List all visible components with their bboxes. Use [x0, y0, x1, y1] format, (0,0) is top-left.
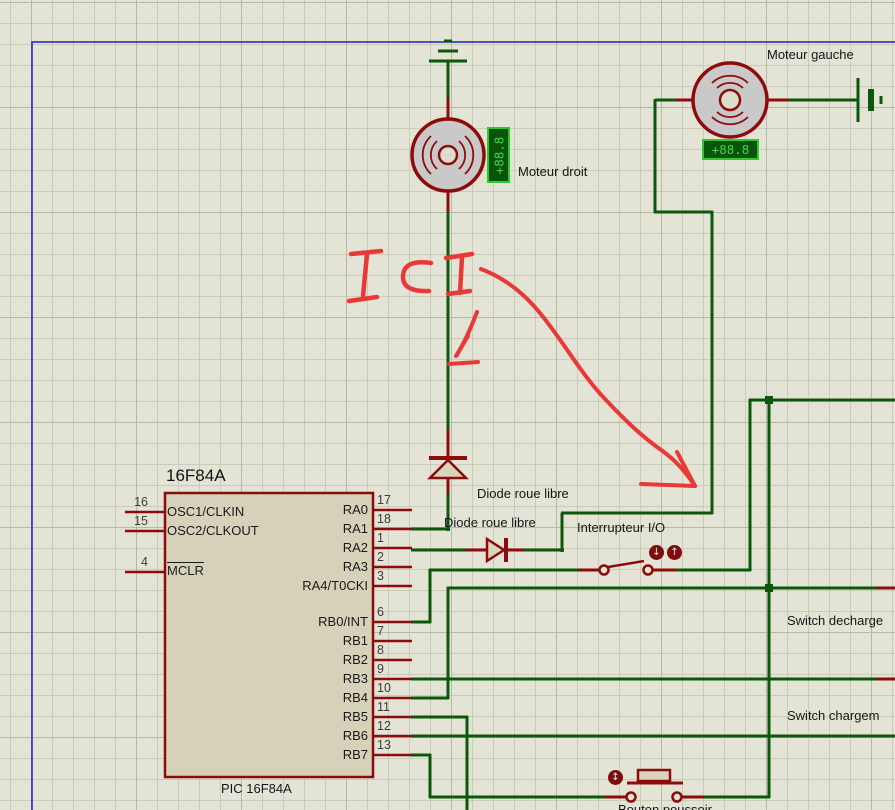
- schematic-graphics: [31, 39, 895, 810]
- pin-num-12: 12: [377, 719, 391, 733]
- pin-num-17: 17: [377, 493, 391, 507]
- pin-name-osc2: OSC2/CLKOUT: [167, 523, 259, 538]
- motor-right-display: +88.8: [487, 127, 510, 183]
- label-push-button: Bouton poussoir: [618, 802, 712, 810]
- motor-right[interactable]: [410, 97, 486, 212]
- diode-freewheel-vertical[interactable]: [426, 429, 470, 494]
- pin-name-rb3: RB3: [342, 671, 368, 686]
- pin-name-rb5: RB5: [342, 709, 368, 724]
- pin-name-ra0: RA0: [342, 502, 368, 517]
- pin-name-rb1: RB1: [342, 633, 368, 648]
- pin-num-9: 9: [377, 662, 384, 676]
- label-diode-1: Diode roue libre: [477, 486, 569, 501]
- pin-num-18: 18: [377, 512, 391, 526]
- chip-subtitle: PIC 16F84A: [221, 781, 292, 796]
- pin-num-11: 11: [377, 700, 390, 714]
- push-button-actuator[interactable]: ↕: [608, 770, 623, 785]
- arrow-up-icon: ↑: [670, 547, 679, 558]
- pin-num-2: 2: [377, 550, 384, 564]
- io-switch[interactable]: [578, 559, 676, 576]
- schematic-canvas[interactable]: ICI Moteur droit Moteur gauche Diode rou…: [0, 0, 895, 810]
- pin-num-6: 6: [377, 605, 384, 619]
- edge-leads: [877, 586, 895, 681]
- pin-name-rb4: RB4: [342, 690, 368, 705]
- pin-name-rb6: RB6: [342, 728, 368, 743]
- label-switch-charge: Switch chargem: [787, 708, 880, 723]
- annotation-arrows: [447, 267, 697, 488]
- arrow-updown-icon: ↕: [611, 772, 620, 783]
- pin-num-1: 1: [377, 531, 384, 545]
- motor-left[interactable]: [676, 61, 788, 139]
- pin-name-ra1: RA1: [342, 521, 368, 536]
- label-switch-discharge: Switch decharge: [787, 613, 884, 628]
- pin-num-10: 10: [377, 681, 391, 695]
- arrow-down-icon: ↓: [652, 547, 661, 558]
- chip-title: 16F84A: [166, 466, 226, 485]
- motor-left-display: +88.8: [702, 139, 759, 160]
- label-io-switch: Interrupteur I/O: [577, 520, 666, 535]
- pin-num-8: 8: [377, 643, 384, 657]
- pin-num-7: 7: [377, 624, 384, 638]
- pin-name-rb2: RB2: [342, 652, 368, 667]
- switch-toggle-up-button[interactable]: ↑: [667, 545, 682, 560]
- pin-name-ra3: RA3: [342, 559, 368, 574]
- pin-num-3: 3: [377, 569, 384, 583]
- pin-num-4: 4: [141, 555, 148, 569]
- wires: [411, 61, 895, 810]
- pin-name-mclr: MCLR: [167, 562, 204, 578]
- label-motor-right: Moteur droit: [518, 164, 588, 179]
- pin-num-16: 16: [134, 495, 148, 509]
- pin-num-13: 13: [377, 738, 391, 752]
- pin-name-ra2: RA2: [342, 540, 368, 555]
- switch-toggle-down-button[interactable]: ↓: [649, 545, 664, 560]
- pin-name-ra4: RA4/T0CKI: [302, 578, 368, 593]
- battery[interactable]: [856, 78, 883, 122]
- ground-symbol[interactable]: [429, 39, 467, 63]
- pin-name-rb0: RB0/INT: [318, 614, 368, 629]
- pin-name-rb7: RB7: [342, 747, 368, 762]
- pin-name-osc1: OSC1/CLKIN: [167, 504, 245, 519]
- label-motor-left: Moteur gauche: [767, 47, 854, 62]
- pin-num-15: 15: [134, 514, 148, 528]
- diode-freewheel-horizontal[interactable]: [466, 536, 524, 564]
- annotation-ici-strokes: [346, 248, 475, 304]
- label-diode-2: Diode roue libre: [444, 515, 536, 530]
